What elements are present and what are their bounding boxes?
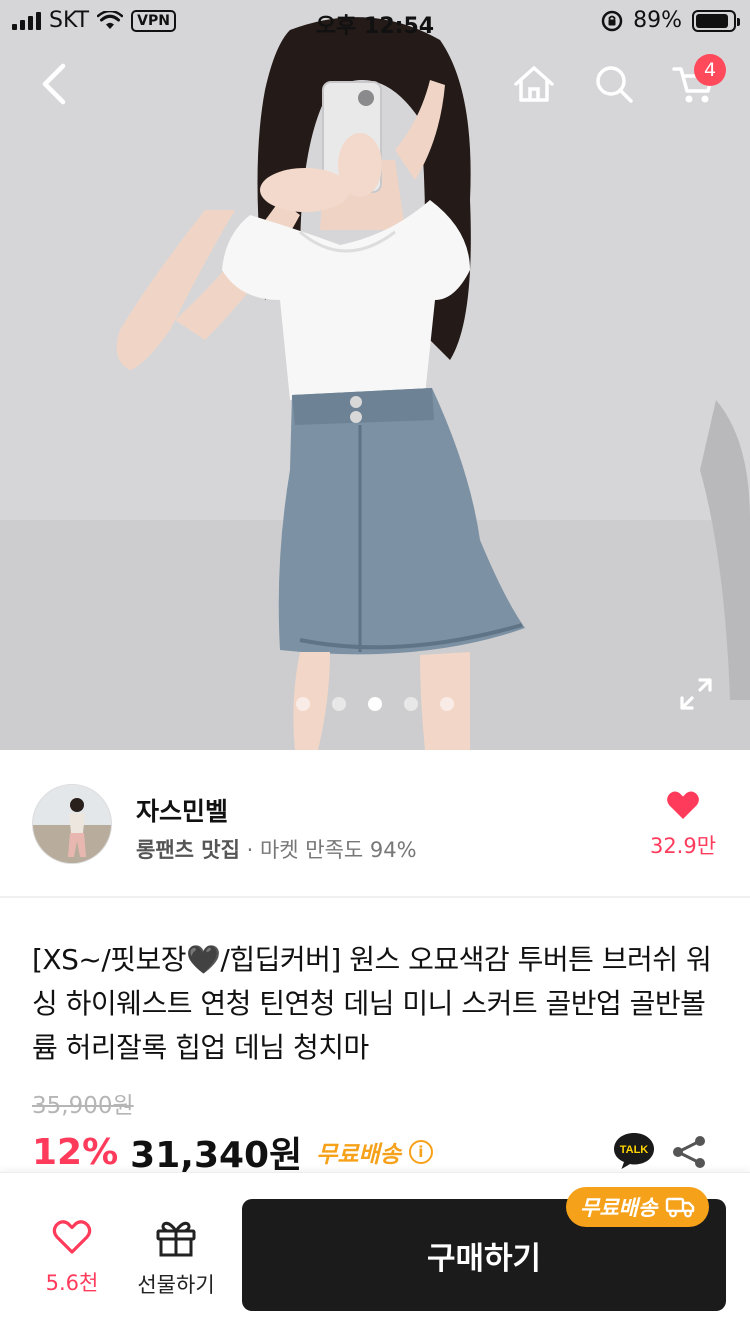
battery-icon [692, 9, 740, 32]
original-price: 35,900원 [32, 1093, 134, 1119]
gallery-indicator [0, 697, 750, 711]
rotation-lock-icon [601, 10, 623, 31]
kakao-talk-icon[interactable]: TALK [612, 1131, 656, 1171]
free-shipping-badge: 무료배송 [566, 1187, 710, 1227]
bottom-action-bar: 5.6천 선물하기 구매하기 무료배송 [0, 1172, 750, 1334]
home-icon [514, 66, 554, 102]
price-row: 12% 31,340원 무료배송 i [32, 1128, 433, 1176]
gift-icon [156, 1221, 196, 1257]
seller-tagline: 롱팬츠 맛집 [136, 838, 240, 862]
heart-filled-icon [667, 791, 699, 819]
gallery-dot[interactable] [296, 697, 310, 711]
sale-price: 31,340원 [130, 1135, 303, 1176]
home-button[interactable] [504, 54, 564, 114]
search-button[interactable] [584, 54, 644, 114]
avatar-image [33, 785, 111, 863]
status-bar: SKT VPN 오후 12:54 89% [0, 0, 750, 40]
seller-info: 롱팬츠 맛집 · 마켓 만족도 94% [136, 834, 417, 864]
cart-count-badge: 4 [694, 54, 726, 86]
search-icon [596, 66, 633, 103]
store-like-count: 32.9만 [649, 834, 717, 858]
store-like-button[interactable]: 32.9만 [640, 790, 726, 860]
seller-avatar[interactable] [32, 784, 112, 864]
wishlist-button[interactable]: 5.6천 [24, 1219, 120, 1297]
gift-label: 선물하기 [137, 1273, 215, 1297]
status-right: 89% [601, 8, 740, 33]
gallery-dot[interactable] [404, 697, 418, 711]
seller-satisfaction: · 마켓 만족도 94% [246, 838, 417, 862]
talk-label: TALK [620, 1144, 649, 1156]
back-button[interactable] [24, 54, 84, 114]
seller-section[interactable]: 자스민벨 롱팬츠 맛집 · 마켓 만족도 94% 32.9만 [0, 750, 750, 898]
heart-outline-icon [52, 1220, 92, 1254]
gallery-dot[interactable] [440, 697, 454, 711]
gallery-dot-active[interactable] [368, 697, 382, 711]
seller-name[interactable]: 자스민벨 [136, 792, 228, 828]
gallery-dot[interactable] [332, 697, 346, 711]
share-icon[interactable] [670, 1134, 708, 1170]
truck-icon [666, 1197, 695, 1218]
discount-rate: 12% [32, 1131, 119, 1173]
info-icon[interactable]: i [408, 1140, 433, 1164]
free-shipping-label: 무료배송 [316, 1142, 401, 1168]
gift-button[interactable]: 선물하기 [128, 1219, 224, 1299]
product-title: [XS~/핏보장🖤/힙딥커버] 원스 오묘색감 투버튼 브러쉬 워싱 하이웨스트… [32, 943, 712, 1064]
wishlist-count: 5.6천 [45, 1271, 99, 1295]
battery-percent: 89% [633, 8, 682, 33]
ship-badge-label: 무료배송 [580, 1196, 658, 1220]
chevron-left-icon [42, 63, 66, 105]
expand-icon[interactable] [676, 674, 716, 714]
product-image-gallery[interactable]: SKT VPN 오후 12:54 89% 4 [0, 0, 750, 750]
